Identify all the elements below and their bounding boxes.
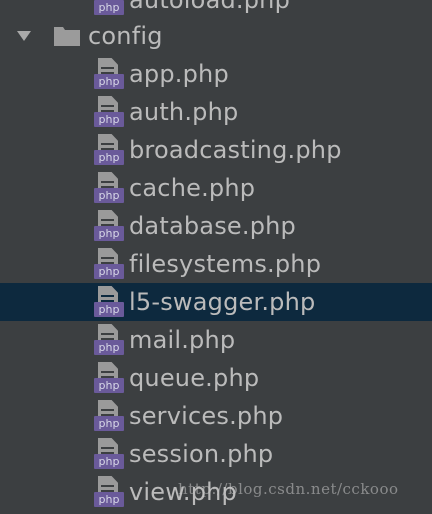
php-badge: php	[94, 264, 124, 279]
php-file-icon: php	[94, 0, 124, 16]
php-badge: php	[94, 340, 124, 355]
php-badge: php	[94, 74, 124, 89]
tree-item-l5-swagger[interactable]: php l5-swagger.php	[0, 283, 432, 321]
tree-item-label: filesystems.php	[129, 250, 322, 278]
php-file-icon: php	[94, 324, 124, 356]
php-file-icon: php	[94, 134, 124, 166]
php-badge: php	[94, 112, 124, 127]
tree-item-session[interactable]: php session.php	[0, 435, 432, 473]
tree-item-label: auth.php	[129, 98, 239, 126]
tree-folder-config[interactable]: config	[0, 17, 432, 55]
tree-item-broadcasting[interactable]: php broadcasting.php	[0, 131, 432, 169]
tree-item-label: l5-swagger.php	[129, 288, 316, 316]
php-badge: php	[94, 416, 124, 431]
tree-item-view[interactable]: php view.php	[0, 473, 432, 511]
php-file-icon: php	[94, 476, 124, 508]
php-badge: php	[94, 226, 124, 241]
tree-item-filesystems[interactable]: php filesystems.php	[0, 245, 432, 283]
php-badge: php	[94, 492, 124, 507]
tree-item-label: app.php	[129, 60, 229, 88]
tree-item-label: view.php	[129, 478, 237, 506]
tree-item-label: cache.php	[129, 174, 256, 202]
project-tree: php autoload.php config php app.php php …	[0, 0, 432, 514]
tree-folder-label: config	[88, 22, 163, 50]
tree-item-mail[interactable]: php mail.php	[0, 321, 432, 359]
php-badge: php	[94, 454, 124, 469]
php-file-icon: php	[94, 286, 124, 318]
tree-item-app[interactable]: php app.php	[0, 55, 432, 93]
php-badge: php	[94, 378, 124, 393]
tree-item-auth[interactable]: php auth.php	[0, 93, 432, 131]
php-badge: php	[94, 188, 124, 203]
tree-item-label: services.php	[129, 402, 284, 430]
php-file-icon: php	[94, 96, 124, 128]
chevron-down-icon[interactable]	[14, 26, 34, 46]
tree-item-label: broadcasting.php	[129, 136, 342, 164]
tree-item-label: autoload.php	[129, 0, 291, 14]
tree-item-services[interactable]: php services.php	[0, 397, 432, 435]
php-badge: php	[94, 302, 124, 317]
folder-icon	[53, 25, 81, 47]
tree-item-queue[interactable]: php queue.php	[0, 359, 432, 397]
php-file-icon: php	[94, 400, 124, 432]
php-file-icon: php	[94, 172, 124, 204]
php-file-icon: php	[94, 362, 124, 394]
php-file-icon: php	[94, 58, 124, 90]
php-badge: php	[94, 0, 124, 15]
tree-item-label: database.php	[129, 212, 296, 240]
php-file-icon: php	[94, 438, 124, 470]
tree-item-label: mail.php	[129, 326, 236, 354]
tree-item-label: session.php	[129, 440, 274, 468]
php-file-icon: php	[94, 248, 124, 280]
php-badge: php	[94, 150, 124, 165]
tree-item-label: queue.php	[129, 364, 260, 392]
tree-item-cache[interactable]: php cache.php	[0, 169, 432, 207]
php-file-icon: php	[94, 210, 124, 242]
tree-item-database[interactable]: php database.php	[0, 207, 432, 245]
